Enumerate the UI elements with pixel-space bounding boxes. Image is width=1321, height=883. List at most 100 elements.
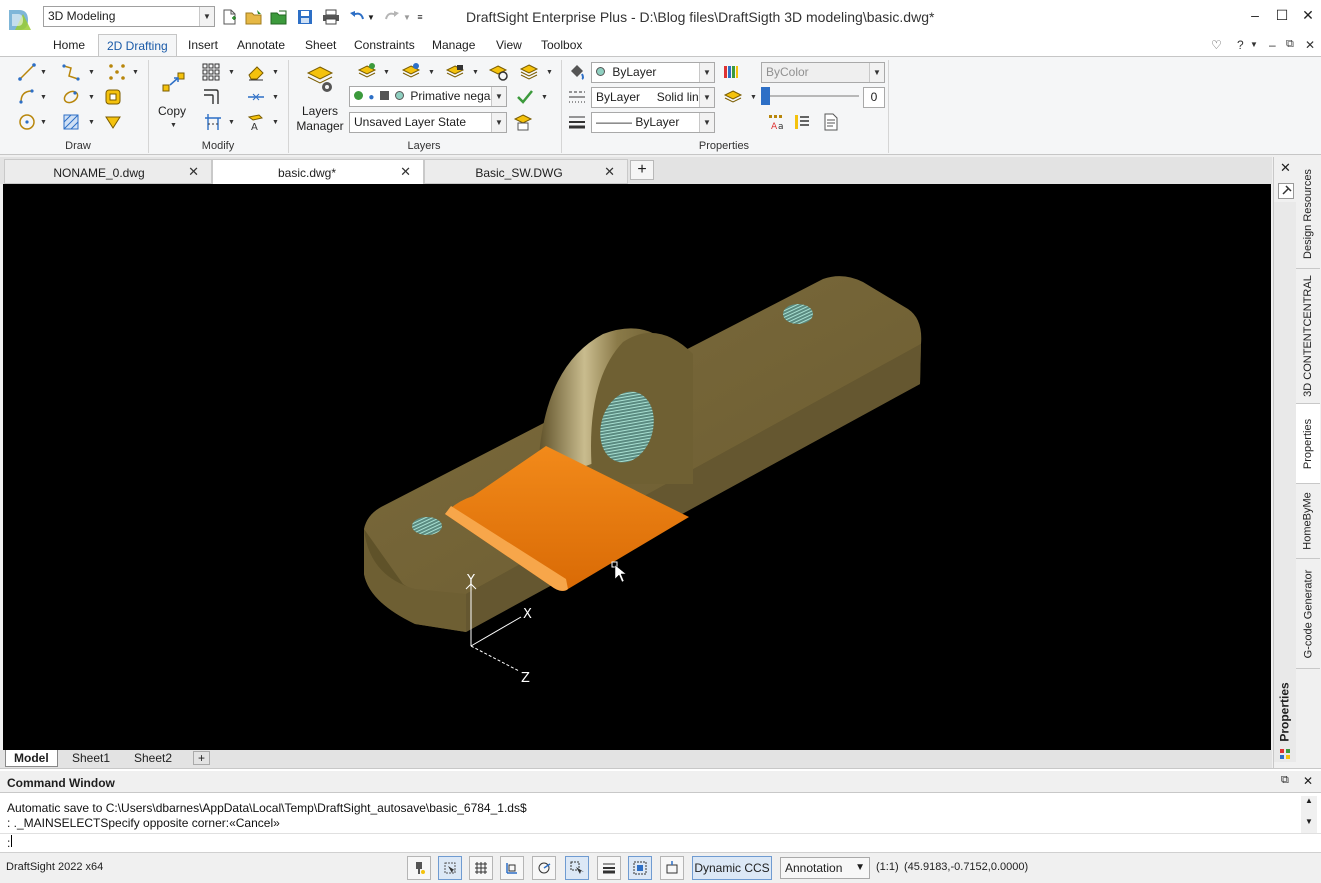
edit-text-icon[interactable]: A xyxy=(245,111,267,133)
tab-homebyme[interactable]: HomeByMe xyxy=(1296,484,1320,559)
tab-insert[interactable]: Insert xyxy=(188,38,218,52)
sheet-tab-sheet1[interactable]: Sheet1 xyxy=(64,750,118,767)
minimize-button[interactable]: – xyxy=(1243,6,1267,24)
arc-dropdown-icon[interactable]: ▼ xyxy=(40,94,47,101)
pattern-dropdown-icon[interactable]: ▼ xyxy=(228,69,235,76)
open-file-icon[interactable] xyxy=(245,8,263,26)
layer-lock-icon[interactable] xyxy=(444,61,466,83)
offset-icon[interactable] xyxy=(200,86,222,108)
layers-manager-icon[interactable] xyxy=(306,65,334,95)
dynamic-ccs-button[interactable]: Dynamic CCS xyxy=(692,856,772,880)
scroll-up-icon[interactable]: ▲ xyxy=(1301,796,1317,805)
hatch-dropdown-icon[interactable]: ▼ xyxy=(88,119,95,126)
layer-on-icon[interactable] xyxy=(356,61,378,83)
palette-close-icon[interactable]: ✕ xyxy=(1280,160,1291,176)
close-icon[interactable]: ✕ xyxy=(604,164,615,180)
edit-text-dropdown-icon[interactable]: ▼ xyxy=(272,119,279,126)
linetype-combo[interactable]: ByLayer Solid line ▼ xyxy=(591,87,715,108)
tab-constraints[interactable]: Constraints xyxy=(354,38,415,52)
color-palette-icon[interactable] xyxy=(720,61,742,83)
drawing-canvas[interactable]: Y X Z xyxy=(3,184,1271,750)
tab-gcode-generator[interactable]: G-code Generator xyxy=(1296,559,1320,669)
spline-icon[interactable] xyxy=(60,86,82,108)
layers-manager-label[interactable]: Layers Manager xyxy=(296,104,344,134)
pattern-icon[interactable] xyxy=(200,61,222,83)
set-current-layer-dropdown-icon[interactable]: ▼ xyxy=(541,94,548,101)
doc-tab-basic[interactable]: basic.dwg* ✕ xyxy=(212,159,424,184)
close-icon[interactable]: ✕ xyxy=(188,164,199,180)
new-tab-button[interactable]: + xyxy=(630,160,654,180)
entity-track-icon[interactable] xyxy=(565,856,589,880)
add-sheet-button[interactable]: + xyxy=(193,751,211,765)
undo-dropdown-icon[interactable]: ▼ xyxy=(366,8,376,26)
annotation-scale-dropdown[interactable]: Annotation ▼ xyxy=(780,857,870,879)
print-icon[interactable] xyxy=(322,8,340,26)
layer-isolate-icon[interactable] xyxy=(487,61,509,83)
command-input[interactable]: : xyxy=(7,835,1307,850)
polyline-icon[interactable] xyxy=(60,61,82,83)
close-icon[interactable]: ✕ xyxy=(400,164,411,180)
copy-icon[interactable] xyxy=(160,69,188,97)
help-dropdown-icon[interactable]: ▼ xyxy=(1250,40,1258,49)
tab-manage[interactable]: Manage xyxy=(432,38,475,52)
text-style-icon[interactable]: Aa xyxy=(766,111,788,133)
3d-model-viewport[interactable]: Y X Z xyxy=(3,184,1271,750)
new-file-icon[interactable] xyxy=(220,8,238,26)
layer-previous-icon[interactable] xyxy=(518,61,540,83)
match-properties-icon[interactable] xyxy=(566,61,588,83)
transparency-field[interactable]: 0 xyxy=(863,87,885,108)
tool-palette-icon[interactable] xyxy=(407,856,431,880)
close-button[interactable]: ✕ xyxy=(1296,6,1320,24)
doc-close-button[interactable]: ✕ xyxy=(1305,38,1315,52)
tab-home[interactable]: Home xyxy=(53,38,85,52)
doc-tab-basic-sw[interactable]: Basic_SW.DWG ✕ xyxy=(424,159,628,184)
extend-dropdown-icon[interactable]: ▼ xyxy=(272,94,279,101)
circle-icon[interactable] xyxy=(16,111,38,133)
layer-combo[interactable]: ● Primative nega ▼ xyxy=(349,86,507,107)
layer-freeze-icon[interactable] xyxy=(400,61,422,83)
spline-dropdown-icon[interactable]: ▼ xyxy=(88,94,95,101)
list-icon[interactable] xyxy=(791,111,813,133)
properties-sheet-icon[interactable] xyxy=(820,111,842,133)
redo-icon[interactable] xyxy=(383,8,401,26)
palette-properties-icon[interactable] xyxy=(1278,747,1294,763)
undo-icon[interactable] xyxy=(348,8,366,26)
draftsight-logo-icon[interactable] xyxy=(6,6,36,36)
layer-freeze-dropdown-icon[interactable]: ▼ xyxy=(428,69,435,76)
tab-2d-drafting[interactable]: 2D Drafting xyxy=(98,34,177,57)
line-dropdown-icon[interactable]: ▼ xyxy=(40,69,47,76)
polar-icon[interactable] xyxy=(532,856,556,880)
polygon-icon[interactable] xyxy=(102,86,124,108)
color-combo[interactable]: ByLayer ▼ xyxy=(591,62,715,83)
command-window-float-icon[interactable]: ⧉ xyxy=(1281,774,1289,787)
tab-sheet[interactable]: Sheet xyxy=(305,38,336,52)
save-icon[interactable] xyxy=(296,8,314,26)
point-dropdown-icon[interactable]: ▼ xyxy=(132,69,139,76)
doc-minimize-button[interactable]: – xyxy=(1269,38,1276,52)
tab-properties[interactable]: Properties xyxy=(1296,404,1320,484)
layer-state-manager-icon[interactable] xyxy=(512,111,534,133)
layer-on-dropdown-icon[interactable]: ▼ xyxy=(383,69,390,76)
tab-toolbox[interactable]: Toolbox xyxy=(541,38,582,52)
entity-snap-icon[interactable] xyxy=(438,856,462,880)
scroll-down-icon[interactable]: ▼ xyxy=(1301,817,1317,826)
slider-thumb[interactable] xyxy=(761,87,770,105)
sheet-tab-sheet2[interactable]: Sheet2 xyxy=(126,750,180,767)
wipeout-icon[interactable] xyxy=(102,111,124,133)
set-current-layer-icon[interactable] xyxy=(514,86,536,108)
layer-properties-dropdown-icon[interactable]: ▼ xyxy=(750,94,757,101)
erase-icon[interactable] xyxy=(245,61,267,83)
workspace-dropdown[interactable]: 3D Modeling ▼ xyxy=(43,6,215,27)
ortho-icon[interactable] xyxy=(500,856,524,880)
quick-input-icon[interactable] xyxy=(628,856,652,880)
linetype-icon[interactable] xyxy=(566,86,588,108)
tab-3d-contentcentral[interactable]: 3D CONTENTCENTRAL xyxy=(1296,269,1320,404)
command-window-close-icon[interactable]: ✕ xyxy=(1303,774,1313,788)
layer-state-combo[interactable]: Unsaved Layer State ▼ xyxy=(349,112,507,133)
arc-icon[interactable] xyxy=(16,86,38,108)
help-icon[interactable]: ? xyxy=(1237,38,1244,52)
tab-view[interactable]: View xyxy=(496,38,522,52)
layer-properties-icon[interactable] xyxy=(722,86,744,108)
heart-icon[interactable]: ♡ xyxy=(1211,38,1222,52)
grid-icon[interactable] xyxy=(469,856,493,880)
